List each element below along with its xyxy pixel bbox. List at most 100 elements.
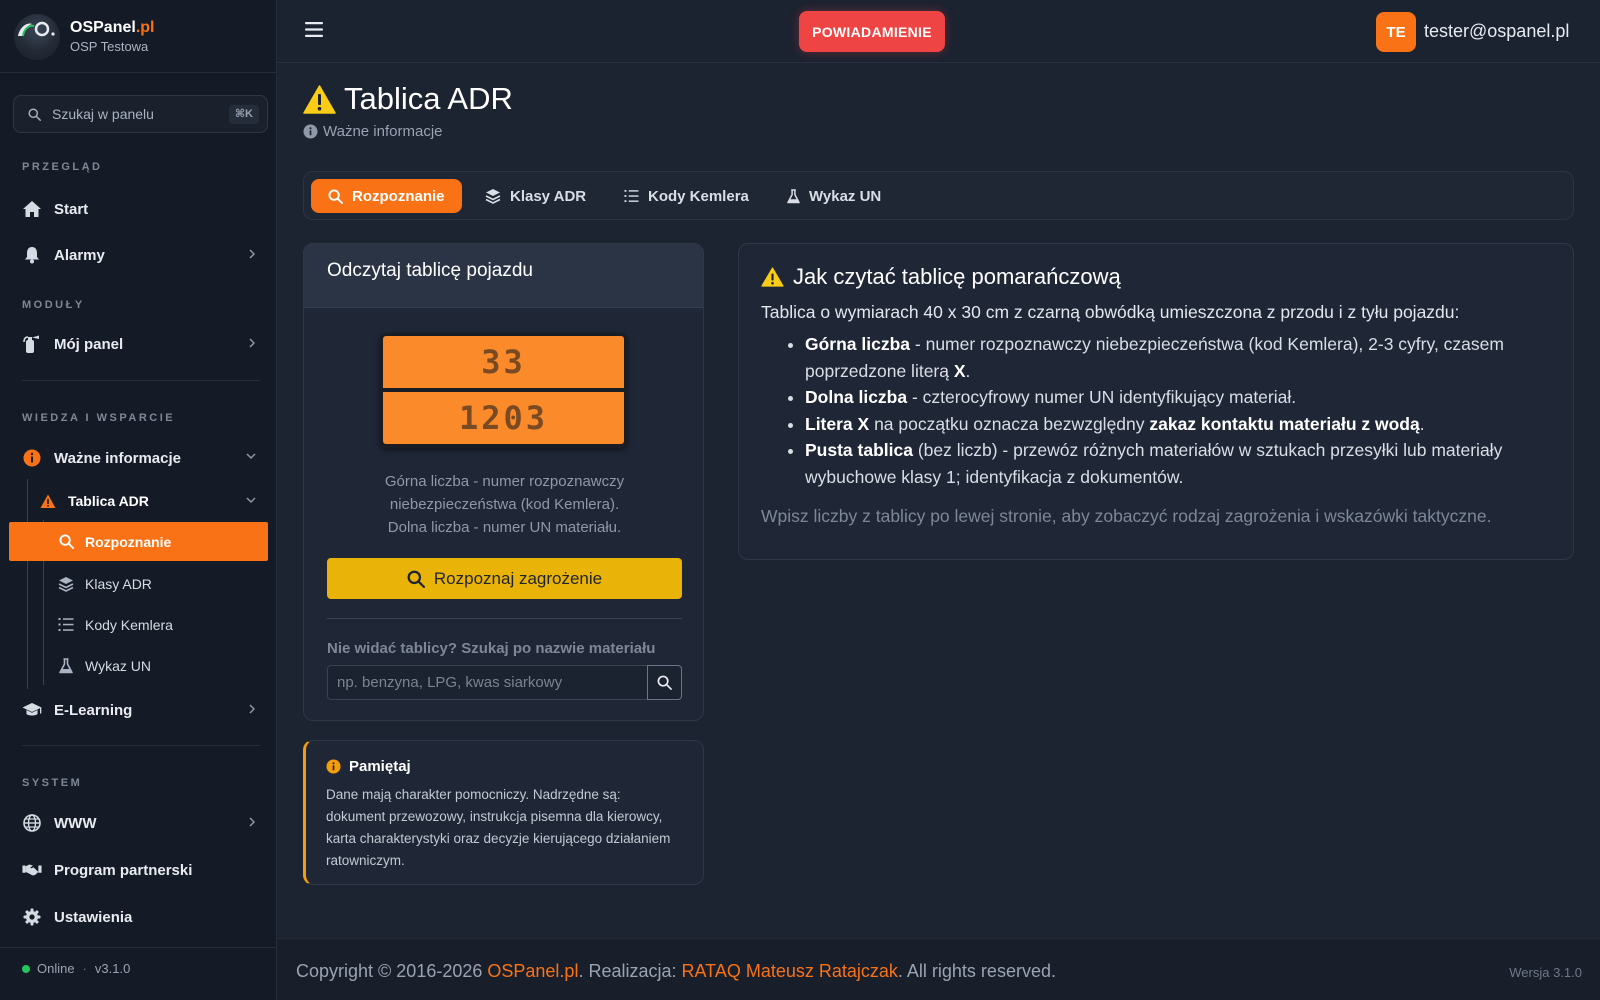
- bell-icon: [22, 245, 42, 265]
- material-search-input[interactable]: [327, 665, 647, 700]
- info-icon: [326, 759, 341, 774]
- sidebar-item-recognition[interactable]: Rozpoznanie: [9, 522, 268, 561]
- sidebar-item-adr-classes[interactable]: Klasy ADR: [9, 564, 268, 603]
- sidebar-item-my-panel[interactable]: Mój panel: [9, 324, 268, 364]
- sidebar-item-www[interactable]: WWW: [9, 803, 268, 843]
- tab-recognition[interactable]: Rozpoznanie: [311, 179, 462, 213]
- sidebar-search[interactable]: ⌘K: [13, 95, 268, 133]
- tab-un-list[interactable]: Wykaz UN: [770, 179, 898, 213]
- brand-link[interactable]: OSPanel.pl: [487, 961, 578, 981]
- author-link[interactable]: RATAQ Mateusz Ratajczak: [682, 961, 898, 981]
- info-intro: Tablica o wymiarach 40 x 30 cm z czarną …: [761, 302, 1460, 322]
- card-title: Odczytaj tablicę pojazdu: [304, 244, 703, 308]
- info-hint: Wpisz liczby z tablicy po lewej stronie,…: [761, 506, 1492, 526]
- section-title-knowledge: WIEDZA I WSPARCIE: [22, 412, 176, 424]
- avatar[interactable]: TE: [1376, 12, 1416, 52]
- handshake-icon: [22, 860, 42, 880]
- flask-icon: [787, 188, 800, 203]
- tabs: Rozpoznanie Klasy ADR Kody Kemlera Wykaz…: [303, 171, 1574, 220]
- page-footer: Copyright © 2016-2026 OSPanel.pl. Realiz…: [277, 938, 1600, 1000]
- section-title-system: SYSTEM: [22, 777, 83, 789]
- adr-plate[interactable]: 33 1203: [380, 333, 627, 448]
- online-status: Online: [37, 961, 75, 976]
- sidebar-divider: [0, 947, 277, 948]
- section-title-overview: PRZEGLĄD: [22, 161, 103, 173]
- search-icon: [657, 675, 672, 690]
- plate-reader-card: Odczytaj tablicę pojazdu 33 1203 Górna l…: [303, 243, 704, 721]
- section-title-modules: MODUŁY: [22, 299, 85, 311]
- list-item: Górna liczba - numer rozpoznawczy niebez…: [805, 331, 1551, 384]
- list-item: Litera X na początku oznacza bezwzględny…: [805, 411, 1551, 438]
- sidebar-search-input[interactable]: [52, 96, 222, 132]
- divider: [327, 618, 682, 619]
- sidebar-item-start[interactable]: Start: [9, 189, 268, 229]
- chevron-down-icon: [246, 452, 256, 460]
- tab-adr-classes[interactable]: Klasy ADR: [468, 179, 603, 213]
- list-item: Pusta tablica (bez liczb) - przewóz różn…: [805, 437, 1551, 490]
- material-search-label: Nie widać tablicy? Szukaj po nazwie mate…: [327, 640, 656, 657]
- brand[interactable]: OSPanel.pl OSP Testowa: [14, 14, 264, 60]
- app-version: v3.1.0: [94, 961, 131, 976]
- page-title: Tablica ADR: [303, 81, 513, 117]
- chevron-right-icon: [248, 249, 256, 259]
- sidebar-item-kemler-codes[interactable]: Kody Kemlera: [9, 605, 268, 644]
- shortcut-badge: ⌘K: [228, 105, 259, 124]
- chevron-down-icon: [246, 496, 256, 504]
- list-ol-icon: [57, 616, 75, 634]
- online-status-dot: [22, 964, 30, 973]
- notification-button[interactable]: POWIADAMIENIE: [799, 11, 945, 52]
- search-icon: [57, 533, 75, 551]
- topbar: POWIADAMIENIE TE tester@ospanel.pl: [277, 0, 1600, 63]
- brand-logo: [14, 14, 60, 60]
- globe-icon: [22, 813, 42, 833]
- breadcrumb[interactable]: Ważne informacje: [303, 123, 443, 140]
- plate-caption: Górna liczba - numer rozpoznawczy niebez…: [384, 473, 625, 536]
- brand-subtitle: OSP Testowa: [70, 39, 149, 54]
- sidebar-item-adr-board[interactable]: Tablica ADR: [40, 482, 268, 520]
- info-title: Jak czytać tablicę pomarańczową: [761, 264, 1551, 290]
- sidebar: OSPanel.pl OSP Testowa ⌘K PRZEGLĄD Start…: [0, 0, 277, 1000]
- fire-extinguisher-icon: [22, 334, 42, 354]
- warning-icon: [761, 267, 784, 287]
- user-email[interactable]: tester@ospanel.pl: [1424, 21, 1569, 42]
- info-list: Górna liczba - numer rozpoznawczy niebez…: [761, 331, 1551, 490]
- list-item: Dolna liczba - czterocyfrowy numer UN id…: [805, 384, 1551, 411]
- tab-kemler-codes[interactable]: Kody Kemlera: [607, 179, 766, 213]
- sidebar-item-alarms[interactable]: Alarmy: [9, 235, 268, 275]
- info-icon: [22, 448, 42, 468]
- chevron-right-icon: [248, 817, 256, 827]
- list-ol-icon: [624, 189, 639, 203]
- sidebar-item-important-info[interactable]: Ważne informacje: [9, 438, 268, 478]
- warning-icon: [40, 493, 56, 509]
- plate-hazard-number[interactable]: 33: [383, 336, 624, 388]
- layers-icon: [485, 189, 501, 204]
- sidebar-item-elearning[interactable]: E-Learning: [9, 690, 268, 730]
- sidebar-footer: Online · v3.1.0: [22, 961, 130, 976]
- brand-name: OSPanel.pl: [70, 19, 155, 36]
- chevron-right-icon: [248, 704, 256, 714]
- recognize-hazard-button[interactable]: Rozpoznaj zagrożenie: [327, 558, 682, 599]
- sidebar-divider: [0, 72, 277, 73]
- flask-icon: [57, 657, 75, 675]
- sidebar-item-settings[interactable]: Ustawienia: [9, 897, 268, 937]
- hamburger-menu-icon[interactable]: [305, 22, 323, 37]
- sidebar-item-partner-program[interactable]: Program partnerski: [9, 850, 268, 890]
- home-icon: [22, 199, 42, 219]
- how-to-read-card: Jak czytać tablicę pomarańczową Tablica …: [738, 243, 1574, 560]
- plate-un-number[interactable]: 1203: [383, 392, 624, 444]
- sidebar-divider: [22, 745, 260, 746]
- material-search-button[interactable]: [647, 665, 682, 700]
- warning-icon: [303, 84, 336, 114]
- graduation-cap-icon: [22, 700, 42, 720]
- layers-icon: [57, 575, 75, 593]
- reminder-notice: Pamiętaj Dane mają charakter pomocniczy.…: [303, 740, 704, 885]
- main-content: Tablica ADR Ważne informacje Rozpoznanie…: [277, 63, 1600, 938]
- notice-title: Pamiętaj: [326, 758, 683, 775]
- search-icon: [328, 188, 343, 204]
- sidebar-divider: [22, 380, 260, 381]
- notice-body: Dane mają charakter pomocniczy. Nadrzędn…: [326, 787, 671, 868]
- sidebar-item-un-list[interactable]: Wykaz UN: [9, 646, 268, 685]
- info-icon: [303, 124, 318, 139]
- search-icon: [407, 570, 425, 588]
- chevron-right-icon: [248, 338, 256, 348]
